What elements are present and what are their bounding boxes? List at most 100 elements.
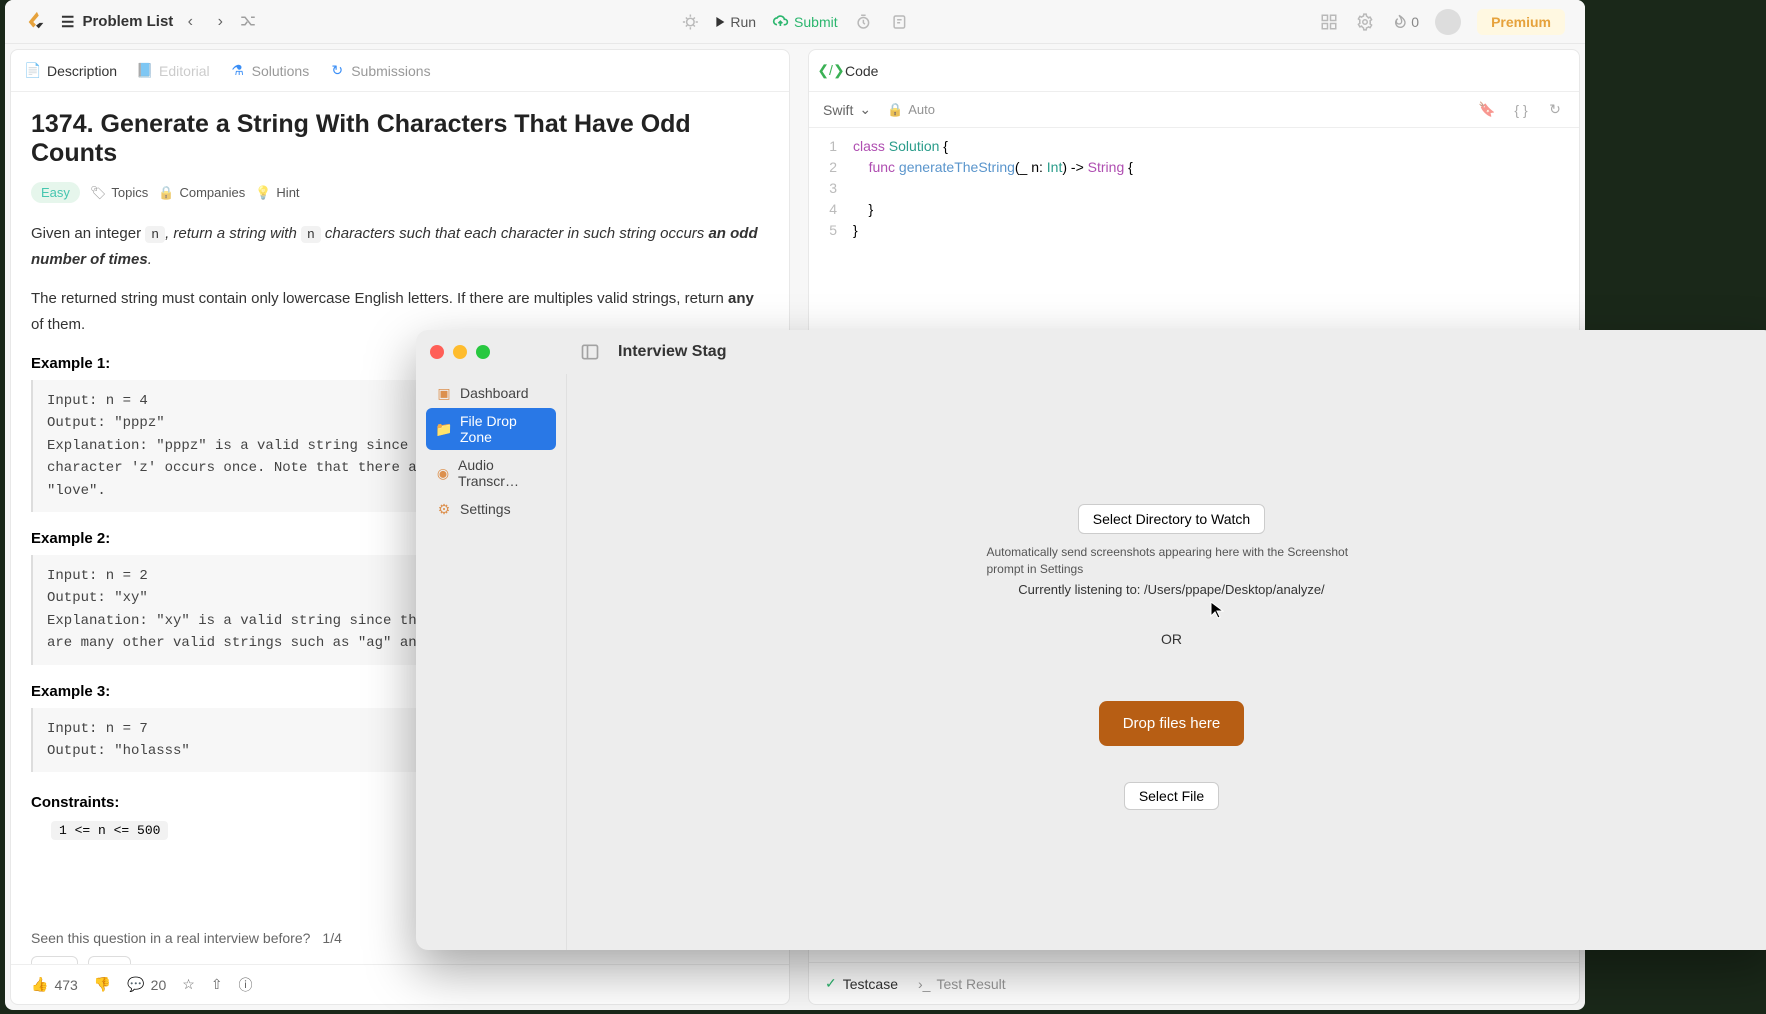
code-icon: ❮/❯ <box>823 63 839 79</box>
check-icon: ✓ <box>825 975 837 992</box>
maximize-icon[interactable] <box>476 345 490 359</box>
tag-icon: 🏷 <box>90 185 107 201</box>
code-line: func generateTheString(_ n: Int) -> Stri… <box>853 157 1569 178</box>
companies-meta-button[interactable]: 🔒Companies <box>158 185 245 201</box>
code-text: { <box>1124 159 1133 175</box>
debug-icon[interactable] <box>680 12 700 32</box>
format-icon[interactable]: { } <box>1511 100 1531 120</box>
feedback-button[interactable]: ⓘ <box>239 975 253 995</box>
folder-icon: 📁 <box>436 421 452 437</box>
sidebar-item-label: Settings <box>460 501 511 517</box>
cloud-upload-icon <box>772 14 788 30</box>
traffic-lights <box>430 345 490 359</box>
thumbs-up-icon: 👍 <box>31 976 48 993</box>
listening-path-text: Currently listening to: /Users/ppape/Des… <box>1018 582 1324 597</box>
interview-question-text: Seen this question in a real interview b… <box>31 930 310 946</box>
hint-meta-button[interactable]: 💡Hint <box>255 185 299 201</box>
leetcode-logo-icon[interactable] <box>25 11 47 33</box>
bottom-actions-bar: 👍 473 👎 💬 20 ☆ ⇧ ⓘ <box>11 964 789 1004</box>
line-number: 3 <box>809 178 837 199</box>
sidebar-item-dashboard[interactable]: ▣ Dashboard <box>426 380 556 406</box>
menu-icon: ☰ <box>61 13 74 31</box>
comment-count: 20 <box>151 977 167 993</box>
sidebar-item-settings[interactable]: ⚙ Settings <box>426 496 556 522</box>
sidebar-item-filedrop[interactable]: 📁 File Drop Zone <box>426 408 556 450</box>
language-selector[interactable]: Swift ⌄ <box>823 101 871 118</box>
problem-title: 1374. Generate a String With Characters … <box>31 110 769 168</box>
layout-icon[interactable] <box>1319 12 1339 32</box>
tab-label: Code <box>845 63 878 79</box>
topics-meta-button[interactable]: 🏷 Topics <box>90 185 148 201</box>
run-button[interactable]: Run <box>716 14 756 30</box>
favorite-button[interactable]: ☆ <box>182 976 195 993</box>
run-submit-group: Run Submit <box>680 12 909 32</box>
tab-solutions[interactable]: ⚗ Solutions <box>230 63 310 79</box>
avatar[interactable] <box>1435 9 1461 35</box>
minimize-icon[interactable] <box>453 345 467 359</box>
auto-complete-toggle[interactable]: 🔒 Auto <box>887 102 935 118</box>
bookmark-icon[interactable]: 🔖 <box>1477 100 1497 120</box>
code-panel-tabs: ❮/❯ Code <box>809 50 1579 92</box>
code-line: class Solution { <box>853 136 1569 157</box>
code-inline: n <box>301 226 321 243</box>
notes-icon[interactable] <box>890 12 910 32</box>
comment-icon: 💬 <box>127 976 144 993</box>
info-icon: ⓘ <box>239 975 253 995</box>
reset-icon[interactable]: ↻ <box>1545 100 1565 120</box>
thumbs-down-icon: 👎 <box>94 976 111 993</box>
dislike-button[interactable]: 👎 <box>94 976 111 993</box>
comments-button[interactable]: 💬 20 <box>127 976 166 993</box>
code-toolbar: Swift ⌄ 🔒 Auto 🔖 { } ↻ <box>809 92 1579 128</box>
shuffle-icon[interactable] <box>239 12 259 32</box>
tab-label: Test Result <box>936 976 1005 992</box>
yes-button[interactable]: Yes <box>31 956 78 964</box>
top-right-group: 0 Premium <box>1319 9 1565 35</box>
submit-button[interactable]: Submit <box>772 14 838 30</box>
keyword: func <box>869 159 895 175</box>
tab-submissions[interactable]: ↻ Submissions <box>329 63 430 79</box>
code-text: ) -> <box>1062 159 1087 175</box>
select-directory-button[interactable]: Select Directory to Watch <box>1078 504 1265 534</box>
tab-test-result[interactable]: ›_ Test Result <box>918 976 1006 992</box>
text: The returned string must contain only lo… <box>31 290 728 307</box>
sidebar-toggle-icon[interactable] <box>580 342 600 362</box>
select-file-button[interactable]: Select File <box>1124 782 1219 810</box>
premium-button[interactable]: Premium <box>1477 9 1565 35</box>
app-body: ▣ Dashboard 📁 File Drop Zone ◉ Audio Tra… <box>416 374 1766 950</box>
prev-arrow-icon[interactable]: ‹ <box>181 13 199 31</box>
problem-list-button[interactable]: ☰ Problem List <box>61 13 173 31</box>
tab-code[interactable]: ❮/❯ Code <box>823 63 878 79</box>
line-number: 4 <box>809 199 837 220</box>
timer-icon[interactable] <box>854 12 874 32</box>
like-count: 473 <box>54 977 77 993</box>
problem-list-label: Problem List <box>82 13 173 30</box>
history-icon: ↻ <box>329 63 345 79</box>
terminal-icon: ›_ <box>918 976 930 992</box>
tab-label: Testcase <box>843 976 898 992</box>
interview-stag-window: Interview Stag ▣ Dashboard 📁 File Drop Z… <box>416 330 1766 950</box>
code-text <box>853 159 869 175</box>
tab-editorial[interactable]: 📘 Editorial <box>137 63 210 79</box>
meta-row: Easy 🏷Topics 🔒Companies 💡Hint <box>31 182 769 203</box>
text: , return a string with <box>165 225 301 242</box>
no-button[interactable]: No <box>88 956 131 964</box>
settings-icon[interactable] <box>1355 12 1375 32</box>
tab-description[interactable]: 📄 Description <box>25 63 117 79</box>
drop-files-button[interactable]: Drop files here <box>1099 701 1245 746</box>
type: String <box>1088 159 1125 175</box>
tab-testcase[interactable]: ✓ Testcase <box>825 975 898 992</box>
tab-label: Submissions <box>351 63 430 79</box>
share-button[interactable]: ⇧ <box>211 976 223 993</box>
close-icon[interactable] <box>430 345 444 359</box>
document-icon: 📄 <box>25 63 41 79</box>
streak-counter[interactable]: 0 <box>1391 14 1419 30</box>
sidebar-item-label: Dashboard <box>460 385 529 401</box>
app-sidebar: ▣ Dashboard 📁 File Drop Zone ◉ Audio Tra… <box>416 374 566 950</box>
run-label: Run <box>730 14 756 30</box>
meta-label: Topics <box>111 185 148 200</box>
next-arrow-icon[interactable]: › <box>211 13 229 31</box>
like-button[interactable]: 👍 473 <box>31 976 78 993</box>
line-number: 1 <box>809 136 837 157</box>
sidebar-item-audio[interactable]: ◉ Audio Transcr… <box>426 452 556 494</box>
text-bold: any <box>728 290 754 307</box>
